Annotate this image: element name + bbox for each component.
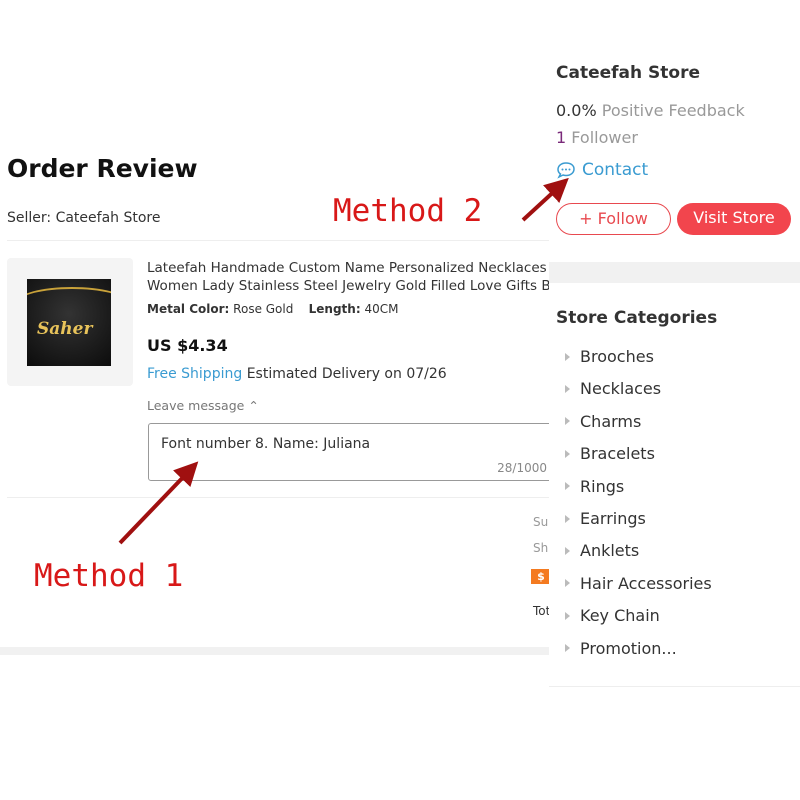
method1-label: Method 1 <box>34 558 184 594</box>
annotation-arrows <box>118 177 569 545</box>
method2-label: Method 2 <box>333 193 483 229</box>
method1-arrow <box>118 461 199 545</box>
method2-arrow <box>521 177 569 222</box>
